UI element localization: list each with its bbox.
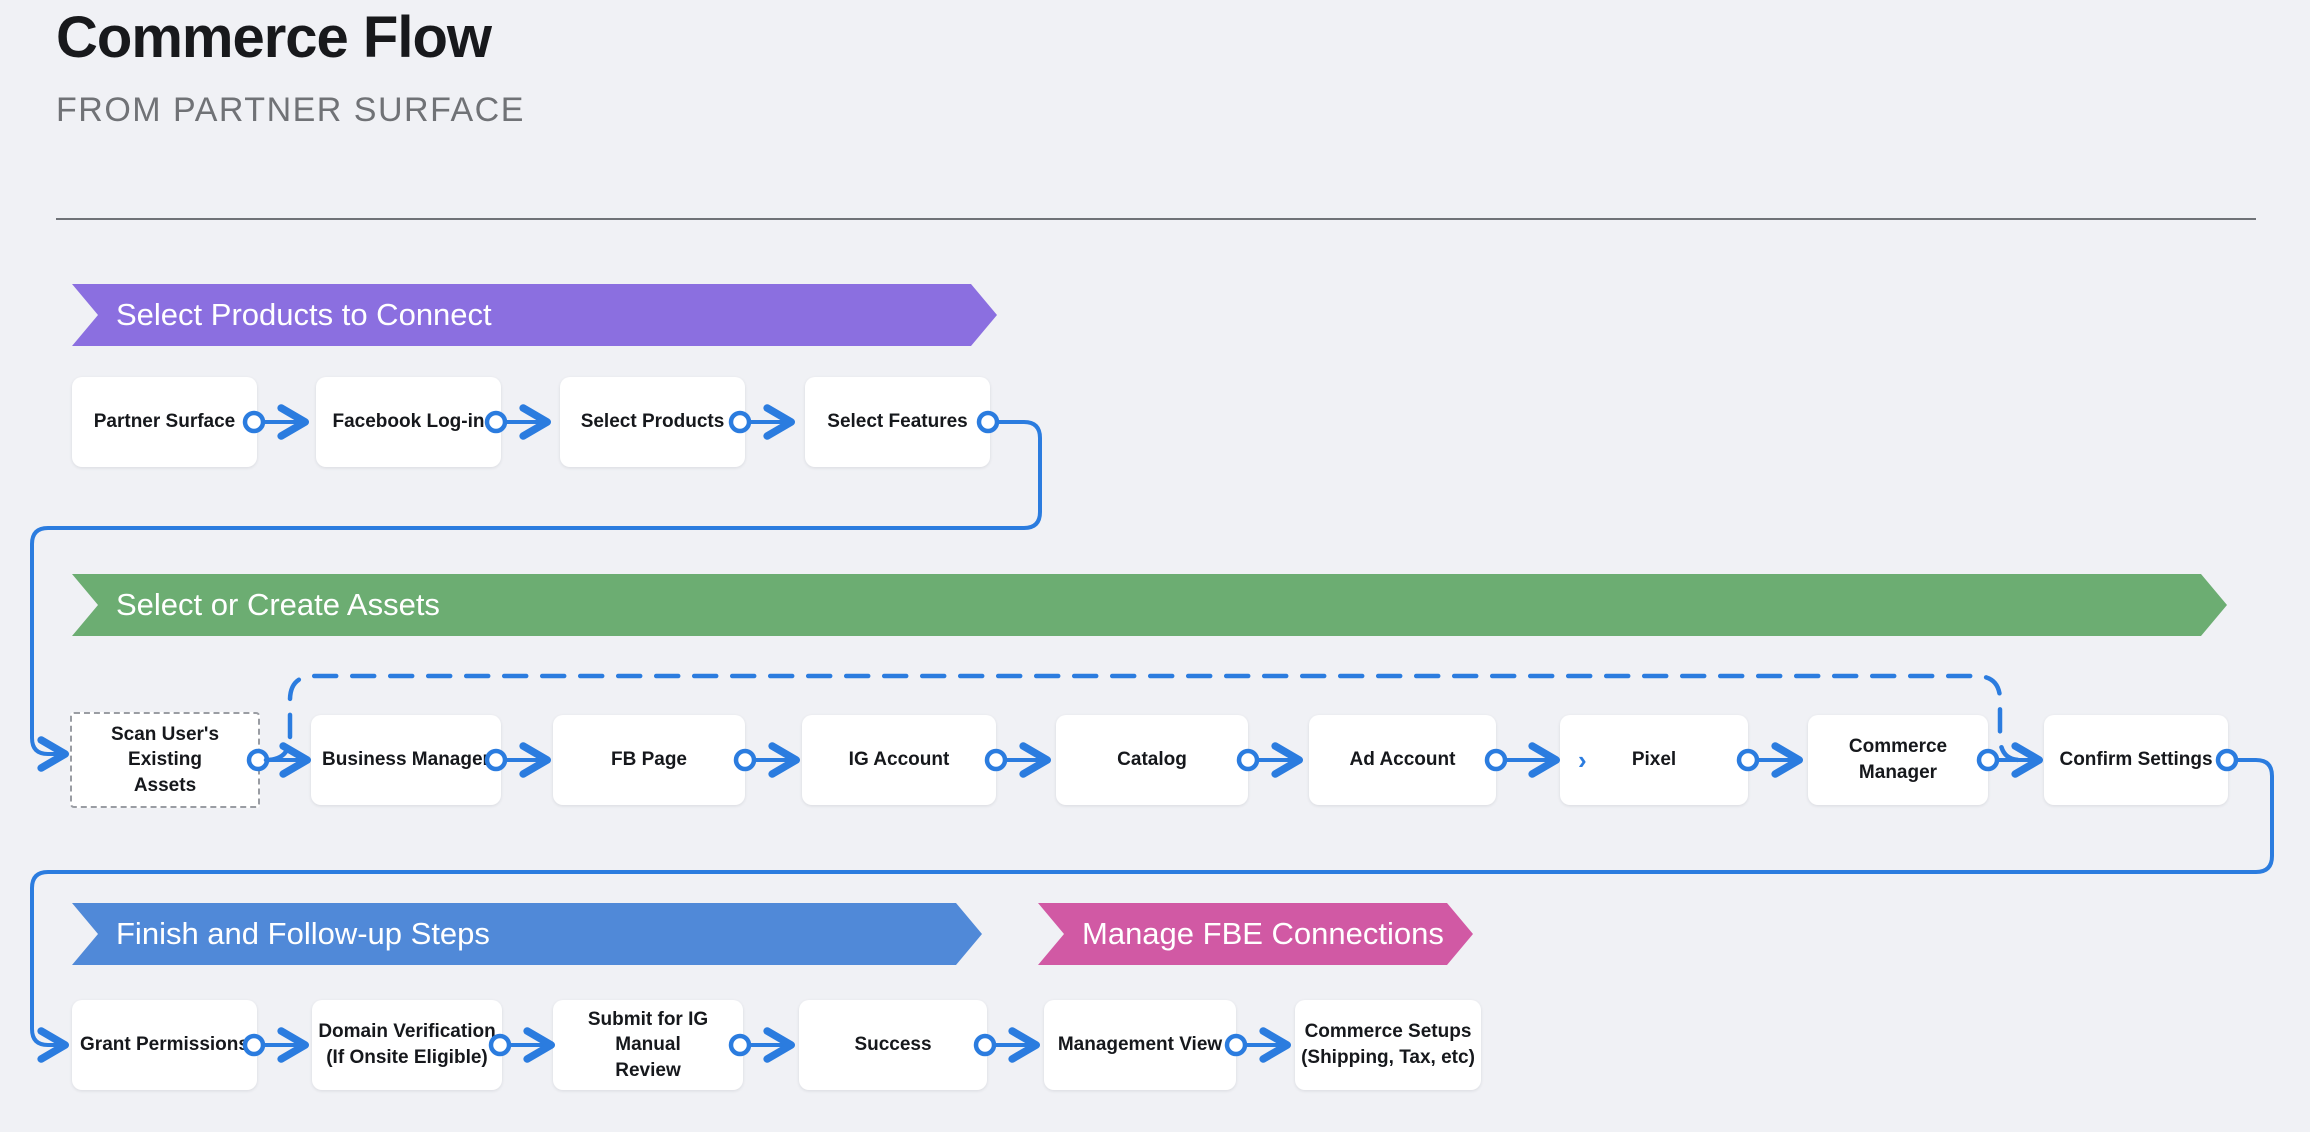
node-domain-verification[interactable]: Domain Verification (If Onsite Eligible) (312, 1000, 502, 1090)
node-submit-for-ig-manual-review[interactable]: Submit for IG Manual Review (553, 1000, 743, 1090)
node-grant-permissions[interactable]: Grant Permissions (72, 1000, 257, 1090)
node-label: Scan User's Existing Assets (72, 722, 258, 799)
banner-label: Select Products to Connect (116, 297, 492, 332)
node-label-line-1: Commerce Setups (1304, 1021, 1472, 1043)
node-select-products[interactable]: Select Products (560, 377, 745, 467)
node-label: Pixel (1631, 749, 1677, 771)
page-title: Commerce Flow (56, 5, 492, 70)
node-label: FB Page (610, 749, 688, 771)
node-label: Commerce Manager (1848, 736, 1948, 783)
node-label: Select Features (827, 411, 968, 433)
node-business-manager[interactable]: Business Manager (311, 715, 501, 805)
node-label: Domain Verification (If Onsite Eligible) (312, 1019, 501, 1070)
node-select-features[interactable]: Select Features (805, 377, 990, 467)
node-pixel[interactable]: › Pixel (1560, 715, 1748, 805)
node-label: Business Manager (322, 749, 490, 771)
node-confirm-settings[interactable]: Confirm Settings (2044, 715, 2228, 805)
node-commerce-manager[interactable]: Commerce Manager (1808, 715, 1988, 805)
page-subtitle: FROM PARTNER SURFACE (56, 90, 525, 129)
header-divider (56, 218, 2256, 220)
node-ad-account[interactable]: Ad Account (1309, 715, 1496, 805)
node-label: Grant Permissions (80, 1034, 249, 1056)
node-label: Select Products (580, 411, 725, 433)
node-label-line-2: (Shipping, Tax, etc) (1301, 1047, 1475, 1068)
section-banner-finish-and-follow-up-steps: Finish and Follow-up Steps (72, 903, 982, 965)
node-success[interactable]: Success (799, 1000, 987, 1090)
node-label: Ad Account (1349, 749, 1456, 771)
node-label-line-2: Assets (133, 774, 197, 796)
node-facebook-login[interactable]: Facebook Log-in (316, 377, 501, 467)
banner-label: Select or Create Assets (116, 587, 440, 622)
banner-label: Finish and Follow-up Steps (116, 916, 490, 951)
node-label-line-2: Review (615, 1059, 681, 1081)
node-commerce-setups[interactable]: Commerce Setups (Shipping, Tax, etc) (1295, 1000, 1481, 1090)
section-banner-select-products-to-connect: Select Products to Connect (72, 284, 997, 346)
chevron-right-icon: › (1578, 745, 1587, 775)
node-label: Facebook Log-in (332, 411, 485, 433)
arrow-ad-account-to-pixel (1484, 742, 1561, 778)
node-label: IG Account (848, 749, 950, 771)
node-label: Submit for IG Manual Review (553, 1007, 743, 1084)
page-header: Commerce Flow FROM PARTNER SURFACE (56, 0, 2256, 220)
node-label: Commerce Setups (Shipping, Tax, etc) (1295, 1019, 1481, 1070)
node-label: Confirm Settings (2059, 749, 2213, 771)
node-label: Success (854, 1034, 932, 1056)
section-banner-select-or-create-assets: Select or Create Assets (72, 574, 2227, 636)
node-label-line-1: Submit for IG Manual (587, 1008, 709, 1056)
node-partner-surface[interactable]: Partner Surface (72, 377, 257, 467)
node-label: Catalog (1117, 749, 1187, 771)
section-banner-manage-fbe-connections: Manage FBE Connections (1038, 903, 1473, 965)
node-management-view[interactable]: Management View (1044, 1000, 1236, 1090)
node-scan-users-existing-assets[interactable]: Scan User's Existing Assets (70, 712, 260, 808)
node-label: Partner Surface (93, 411, 236, 433)
node-label-line-1: Scan User's Existing (110, 723, 220, 771)
node-ig-account[interactable]: IG Account (802, 715, 996, 805)
node-label-line-1: Domain Verification (318, 1021, 496, 1043)
node-fb-page[interactable]: FB Page (553, 715, 745, 805)
banner-label: Manage FBE Connections (1082, 916, 1444, 951)
node-label: Management View (1057, 1034, 1223, 1056)
node-label-line-2: (If Onsite Eligible) (326, 1047, 488, 1068)
node-catalog[interactable]: Catalog (1056, 715, 1248, 805)
